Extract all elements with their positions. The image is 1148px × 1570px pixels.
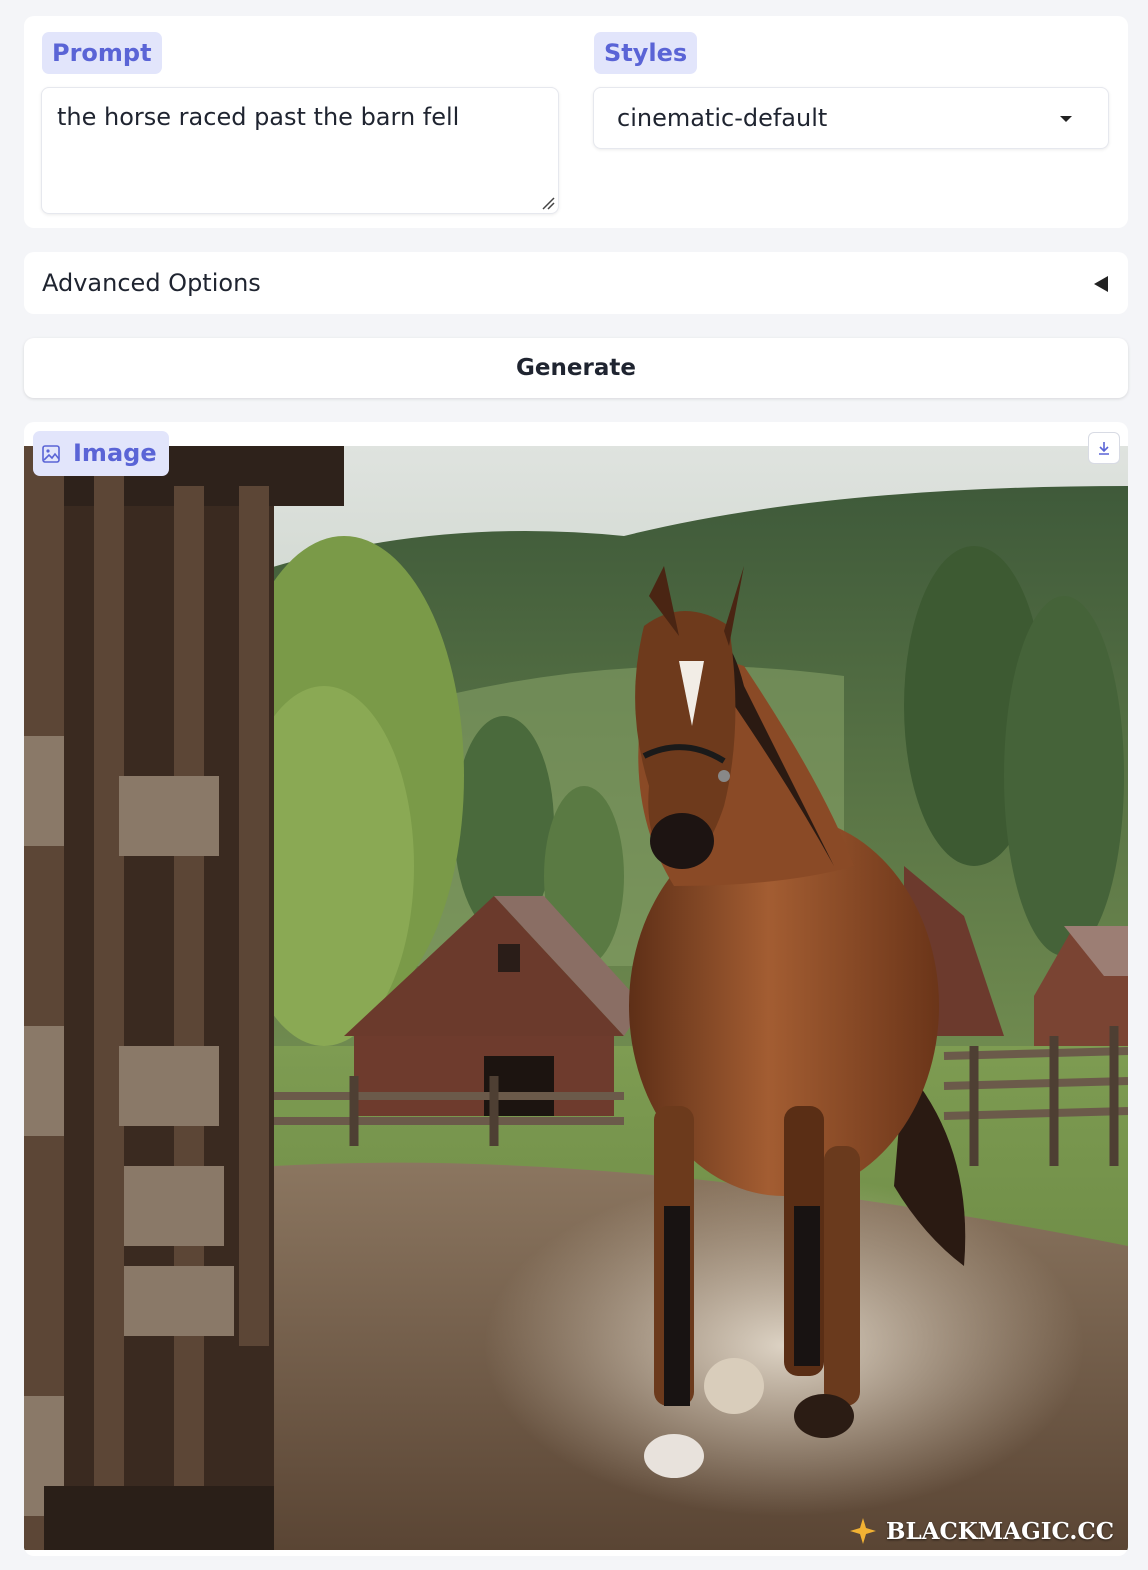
collapse-triangle-icon: [1094, 276, 1108, 292]
resize-grip-icon[interactable]: [541, 196, 555, 210]
image-label-text: Image: [73, 439, 157, 467]
download-button[interactable]: [1088, 432, 1120, 464]
download-icon: [1099, 442, 1109, 455]
styles-dropdown[interactable]: cinematic-default: [593, 87, 1109, 149]
input-panel: Prompt Styles cinematic-default: [24, 16, 1128, 228]
prompt-label: Prompt: [42, 32, 162, 74]
watermark-text: BLACKMAGIC.CC: [886, 1517, 1114, 1545]
generate-button[interactable]: Generate: [24, 338, 1128, 398]
prompt-input[interactable]: [42, 88, 558, 213]
output-image-panel: Image BLACKMAGIC.CC: [24, 422, 1128, 1556]
chevron-down-icon: [1060, 116, 1072, 122]
image-icon: [42, 444, 60, 463]
image-label: Image: [33, 431, 169, 476]
watermark: BLACKMAGIC.CC: [848, 1516, 1114, 1546]
prompt-textarea-wrapper: [41, 87, 559, 214]
generated-image: [24, 446, 1128, 1550]
advanced-options-accordion[interactable]: Advanced Options: [24, 252, 1128, 314]
styles-selected-value: cinematic-default: [617, 104, 828, 132]
advanced-options-title: Advanced Options: [42, 269, 261, 297]
sparkle-icon: [850, 1518, 877, 1544]
styles-label: Styles: [594, 32, 698, 74]
